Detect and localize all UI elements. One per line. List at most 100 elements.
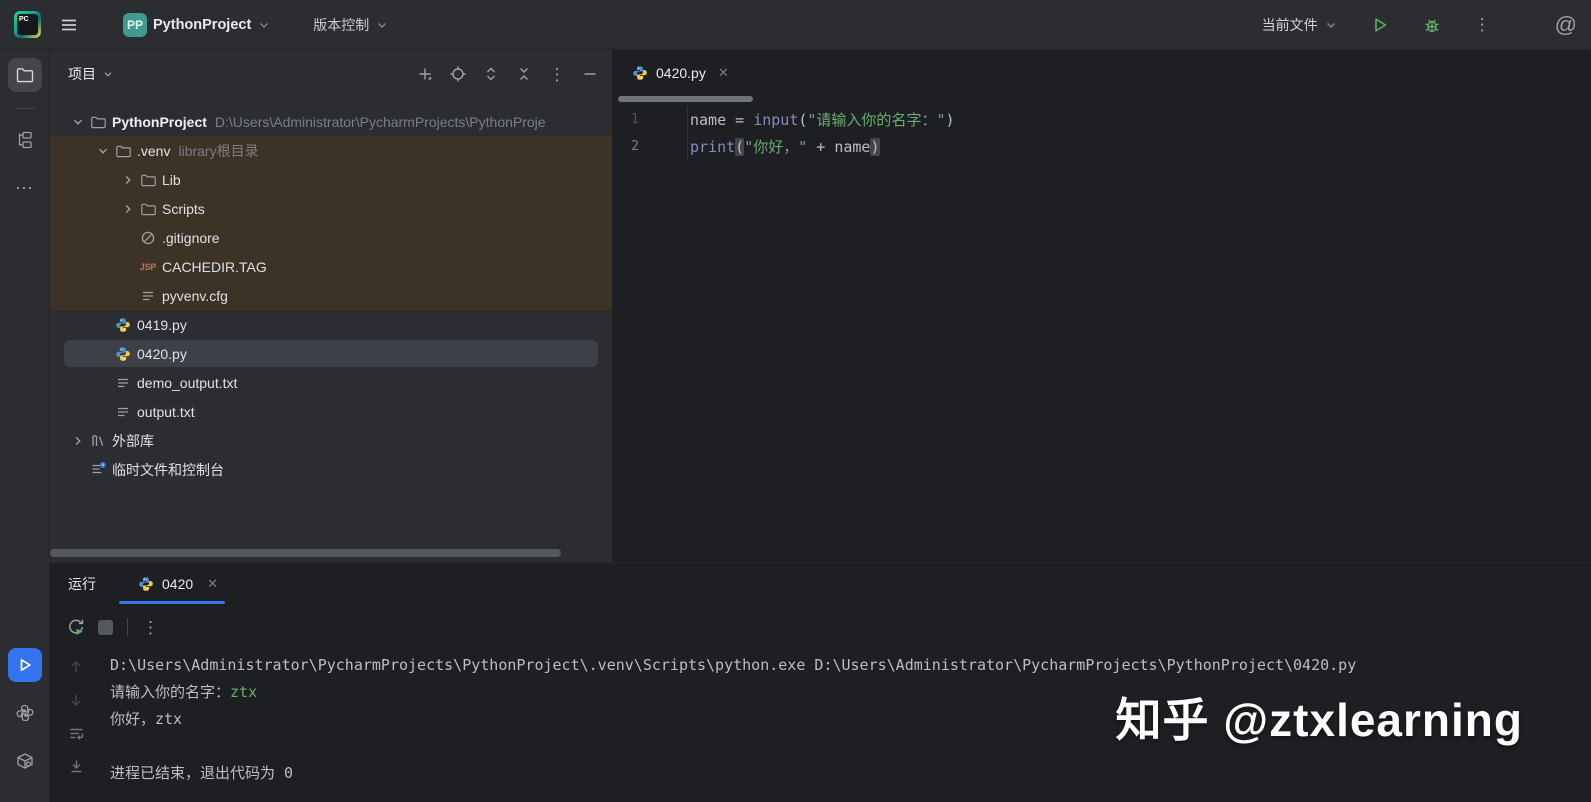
vcs-label: 版本控制 (313, 15, 369, 35)
tree-item-demo-output.txt[interactable]: demo_output.txt (50, 368, 612, 397)
code-line-1[interactable]: 1name = input("请输入你的名字：") (612, 106, 1591, 133)
tree-item-0420.py[interactable]: 0420.py (50, 339, 612, 368)
tree-item-cachedir.tag[interactable]: JSPCACHEDIR.TAG (50, 252, 612, 281)
structure-toolwindow-button[interactable] (8, 123, 42, 157)
tree-item-pythonproject[interactable]: PythonProjectD:\Users\Administrator\Pych… (50, 107, 612, 136)
stripe-bottom (8, 648, 42, 802)
tree-item-.venv[interactable]: .venvlibrary根目录 (50, 136, 612, 165)
folder-icon (88, 114, 108, 130)
run-play-icon (1370, 15, 1390, 35)
run-toolwindow-button[interactable] (8, 648, 42, 682)
project-avatar: PP (123, 13, 147, 37)
chevron-down-icon (1324, 18, 1338, 32)
pycharm-window: { "titlebar": { "project_badge": "PP", "… (0, 0, 1591, 802)
add-button[interactable] (413, 62, 437, 86)
run-tab-label: 0420 (162, 576, 193, 592)
panel-options-button[interactable]: ⋮ (545, 62, 569, 86)
tree-item-annotation: D:\Users\Administrator\PycharmProjects\P… (215, 114, 612, 130)
editor-tab-scroll-thumb[interactable] (618, 96, 753, 102)
tree-item-lib[interactable]: Lib (50, 165, 612, 194)
left-tool-stripe: ⋯ (0, 50, 50, 802)
hide-panel-button[interactable] (578, 62, 602, 86)
tree-item-label: 0419.py (137, 317, 187, 333)
active-tab-underline (119, 601, 225, 604)
tree-item-label: pyvenv.cfg (162, 288, 228, 304)
folder-icon (15, 65, 35, 85)
ignore-icon (138, 230, 158, 246)
tree-item-label: .gitignore (162, 230, 220, 246)
collapse-all-button[interactable] (512, 62, 536, 86)
chevron-collapsed-icon[interactable] (118, 202, 138, 216)
project-switcher-button[interactable]: PP PythonProject (115, 7, 279, 43)
editor-tab-0420[interactable]: 0420.py ✕ (612, 50, 743, 95)
rerun-button[interactable] (66, 617, 86, 637)
hamburger-menu-button[interactable] (51, 9, 87, 41)
tree-item-pyvenv.cfg[interactable]: pyvenv.cfg (50, 281, 612, 310)
tree-item--[interactable]: 临时文件和控制台 (50, 455, 612, 484)
tree-item--[interactable]: 外部库 (50, 426, 612, 455)
close-tab-icon[interactable]: ✕ (718, 65, 729, 81)
more-actions-button[interactable]: ⋮ (1466, 10, 1499, 39)
target-icon (449, 65, 467, 83)
python-icon (15, 703, 35, 723)
project-panel-title: 项目 (68, 64, 96, 84)
line-number: 1 (612, 106, 688, 133)
jsp-icon: JSP (138, 262, 158, 272)
debug-bug-icon (1422, 15, 1442, 35)
soft-wrap-button[interactable] (68, 721, 85, 745)
project-panel-horizontal-scrollbar[interactable] (50, 549, 561, 557)
structure-icon (15, 130, 35, 150)
editor-tab-label: 0420.py (656, 65, 706, 81)
close-tab-icon[interactable]: ✕ (207, 576, 218, 592)
stop-button[interactable] (98, 620, 113, 635)
code-editor[interactable]: 1name = input("请输入你的名字：")2print("你好，" + … (612, 106, 1591, 562)
python-packages-icon (15, 751, 35, 771)
hamburger-icon (59, 15, 79, 35)
next-occurrence-button[interactable] (68, 688, 84, 712)
chevron-collapsed-icon[interactable] (118, 173, 138, 187)
prev-occurrence-button[interactable] (68, 655, 84, 679)
locate-file-button[interactable] (446, 62, 470, 86)
tree-item-label: Lib (162, 172, 181, 188)
console-more-options-button[interactable]: ⋮ (142, 619, 159, 636)
project-view-selector[interactable]: 项目 (68, 64, 114, 84)
ai-assistant-icon[interactable]: @ (1555, 12, 1577, 38)
minimize-icon (582, 66, 598, 82)
project-toolwindow-button[interactable] (8, 58, 42, 92)
tree-item-scripts[interactable]: Scripts (50, 194, 612, 223)
run-tab-0420[interactable]: 0420 ✕ (130, 563, 226, 604)
tree-item-output.txt[interactable]: output.txt (50, 397, 612, 426)
code-text: print("你好，" + name) (688, 136, 880, 157)
text-icon (113, 375, 133, 391)
chevron-expanded-icon[interactable] (68, 115, 88, 129)
tree-item-.gitignore[interactable]: .gitignore (50, 223, 612, 252)
tree-item-label: 外部库 (112, 431, 154, 451)
debug-button[interactable] (1414, 9, 1450, 41)
chevron-collapsed-icon[interactable] (68, 434, 88, 448)
project-name: PythonProject (153, 17, 251, 33)
python-console-toolwindow-button[interactable] (8, 696, 42, 730)
plus-icon (416, 65, 434, 83)
code-line-2[interactable]: 2print("你好，" + name) (612, 133, 1591, 160)
expand-all-button[interactable] (479, 62, 503, 86)
tree-item-label: Scripts (162, 201, 205, 217)
run-play-icon (16, 656, 34, 674)
line-number: 2 (612, 133, 688, 160)
scroll-to-end-button[interactable] (68, 754, 85, 778)
chevron-expanded-icon[interactable] (93, 144, 113, 158)
python-file-icon (632, 65, 648, 81)
project-panel-header: 项目 ⋮ (50, 50, 612, 98)
tree-item-0419.py[interactable]: 0419.py (50, 310, 612, 339)
tree-item-annotation: library根目录 (178, 141, 612, 161)
project-panel-actions: ⋮ (413, 62, 602, 86)
arrow-up-icon (68, 659, 84, 675)
more-toolwindows-button[interactable]: ⋯ (8, 171, 42, 205)
run-toolbar: ⋮ (50, 604, 1591, 650)
vcs-widget-button[interactable]: 版本控制 (305, 9, 397, 41)
soft-wrap-icon (68, 725, 85, 742)
run-button[interactable] (1362, 9, 1398, 41)
run-configuration-selector[interactable]: 当前文件 (1254, 9, 1346, 41)
python-packages-toolwindow-button[interactable] (8, 744, 42, 778)
project-panel: 项目 ⋮ PythonProjectD:\Users\Administrator… (50, 50, 612, 562)
console-line-1: D:\Users\Administrator\PycharmProjects\P… (110, 651, 1591, 678)
